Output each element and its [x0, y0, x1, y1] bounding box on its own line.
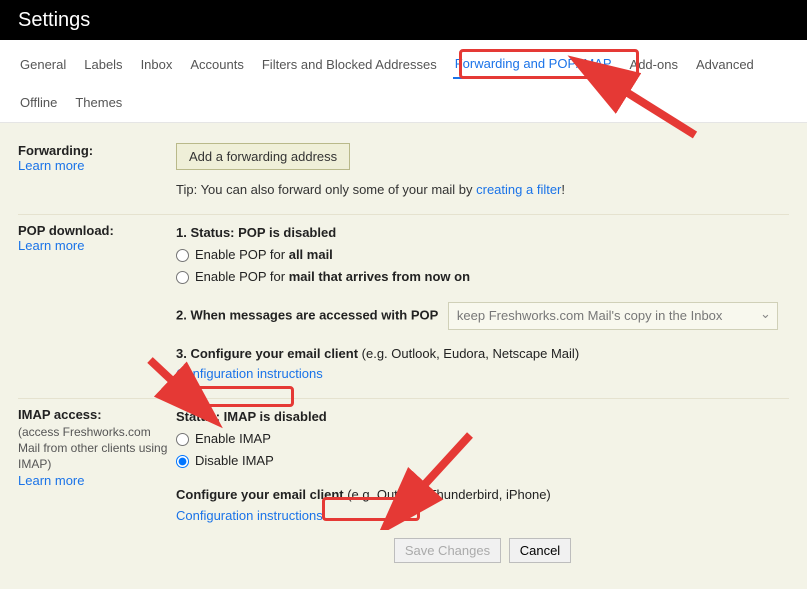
tabs-row-2: Offline Themes — [18, 89, 789, 116]
section-forwarding: Forwarding: Learn more Add a forwarding … — [18, 135, 789, 214]
section-imap: IMAP access: (access Freshworks.com Mail… — [18, 398, 789, 577]
pop-radio-allmail-label: Enable POP for all mail — [195, 245, 333, 265]
save-changes-button[interactable]: Save Changes — [394, 538, 501, 563]
pop-radio-allmail-row: Enable POP for all mail — [176, 245, 789, 265]
pop-radio-nowon[interactable] — [176, 271, 189, 284]
pop-radio-allmail[interactable] — [176, 249, 189, 262]
pop-step2-row: 2. When messages are accessed with POP k… — [176, 302, 789, 330]
tab-labels[interactable]: Labels — [82, 51, 124, 78]
pop-action-select[interactable]: keep Freshworks.com Mail's copy in the I… — [448, 302, 778, 330]
forwarding-tip-post: ! — [561, 182, 565, 197]
pop-title: POP download: — [18, 223, 176, 238]
pop-step3-eg: (e.g. Outlook, Eudora, Netscape Mail) — [362, 346, 580, 361]
pop-radio1-bold: all mail — [289, 247, 333, 262]
imap-radio-disable[interactable] — [176, 455, 189, 468]
forwarding-body: Add a forwarding address Tip: You can al… — [176, 143, 789, 200]
bottom-buttons: Save Changes Cancel — [176, 538, 789, 563]
forwarding-tip: Tip: You can also forward only some of y… — [176, 180, 789, 200]
pop-step3-pre: 3. Configure your email client — [176, 346, 362, 361]
tab-general[interactable]: General — [18, 51, 68, 78]
pop-radio-nowon-row: Enable POP for mail that arrives from no… — [176, 267, 789, 287]
forwarding-learn-more-link[interactable]: Learn more — [18, 158, 176, 173]
creating-filter-link[interactable]: creating a filter — [476, 182, 561, 197]
cancel-button[interactable]: Cancel — [509, 538, 571, 563]
pop-body: 1. Status: POP is disabled Enable POP fo… — [176, 223, 789, 384]
imap-learn-more-link[interactable]: Learn more — [18, 473, 176, 488]
imap-radio-enable-row: Enable IMAP — [176, 429, 789, 449]
pop-config-instructions-link[interactable]: Configuration instructions — [176, 364, 789, 384]
tab-accounts[interactable]: Accounts — [188, 51, 245, 78]
pop-radio2-pre: Enable POP for — [195, 269, 289, 284]
imap-body: Status: IMAP is disabled Enable IMAP Dis… — [176, 407, 789, 563]
tab-addons[interactable]: Add-ons — [628, 51, 680, 78]
tab-themes[interactable]: Themes — [73, 89, 124, 116]
imap-config-instructions-link[interactable]: Configuration instructions — [176, 506, 789, 526]
tab-forwarding-pop-imap[interactable]: Forwarding and POP/IMAP — [453, 50, 614, 79]
imap-status: Status: IMAP is disabled — [176, 407, 789, 427]
pop-step2-label: 2. When messages are accessed with POP — [176, 307, 438, 322]
imap-cfg-row: Configure your email client (e.g. Outloo… — [176, 485, 789, 505]
pop-status-row: 1. Status: POP is disabled — [176, 223, 789, 243]
add-forwarding-address-button[interactable]: Add a forwarding address — [176, 143, 350, 170]
window-header: Settings — [0, 0, 807, 40]
pop-step3-row: 3. Configure your email client (e.g. Out… — [176, 344, 789, 364]
tab-inbox[interactable]: Inbox — [139, 51, 175, 78]
pop-label: POP download: Learn more — [18, 223, 176, 253]
imap-cfg-eg: (e.g. Outlook, Thunderbird, iPhone) — [347, 487, 551, 502]
page-title: Settings — [18, 9, 90, 32]
section-pop: POP download: Learn more 1. Status: POP … — [18, 214, 789, 398]
tab-filters[interactable]: Filters and Blocked Addresses — [260, 51, 439, 78]
settings-content: Forwarding: Learn more Add a forwarding … — [0, 123, 807, 589]
forwarding-title: Forwarding: — [18, 143, 176, 158]
pop-radio2-bold: mail that arrives from now on — [289, 269, 470, 284]
imap-label: IMAP access: (access Freshworks.com Mail… — [18, 407, 176, 488]
imap-sub: (access Freshworks.com Mail from other c… — [18, 424, 176, 473]
pop-radio1-pre: Enable POP for — [195, 247, 289, 262]
pop-status-label: 1. Status: — [176, 225, 238, 240]
tabs-bar: General Labels Inbox Accounts Filters an… — [0, 40, 807, 123]
forwarding-label: Forwarding: Learn more — [18, 143, 176, 173]
imap-cfg-pre: Configure your email client — [176, 487, 347, 502]
tab-advanced[interactable]: Advanced — [694, 51, 756, 78]
pop-learn-more-link[interactable]: Learn more — [18, 238, 176, 253]
imap-radio-disable-row: Disable IMAP — [176, 451, 789, 471]
imap-disable-label: Disable IMAP — [195, 451, 274, 471]
forwarding-tip-pre: Tip: You can also forward only some of y… — [176, 182, 476, 197]
imap-enable-label: Enable IMAP — [195, 429, 271, 449]
tabs-row-1: General Labels Inbox Accounts Filters an… — [18, 50, 789, 79]
imap-radio-enable[interactable] — [176, 433, 189, 446]
tab-offline[interactable]: Offline — [18, 89, 59, 116]
pop-radio-nowon-label: Enable POP for mail that arrives from no… — [195, 267, 470, 287]
imap-title: IMAP access: — [18, 407, 176, 422]
pop-status-value: POP is disabled — [238, 225, 336, 240]
